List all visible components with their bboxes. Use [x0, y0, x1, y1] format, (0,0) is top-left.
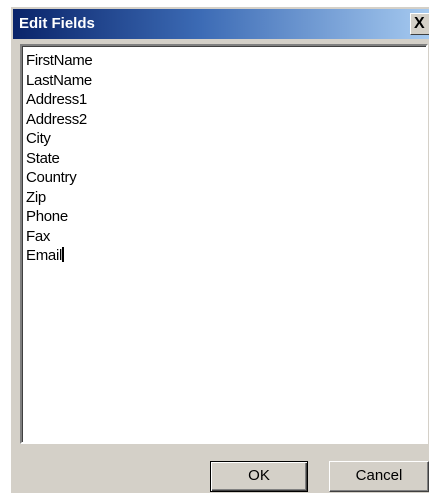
page: Edit Fields X FirstName LastName Address… [0, 0, 429, 493]
field-line-lastname: LastName [26, 71, 92, 89]
field-line-email: Email [26, 247, 63, 264]
window-title: Edit Fields [19, 15, 95, 32]
field-line-address1: Address1 [26, 91, 87, 108]
field-line-email-row: Email [26, 246, 426, 266]
field-line-city: City [26, 130, 51, 147]
field-line-address2: Address2 [26, 110, 87, 128]
field-line-firstname: FirstName [26, 52, 93, 69]
field-line-country: Country [26, 169, 77, 186]
close-button[interactable]: X [410, 13, 429, 35]
cancel-button[interactable]: Cancel [329, 461, 429, 492]
ok-button[interactable]: OK [210, 461, 308, 492]
title-bar[interactable]: Edit Fields X [13, 9, 429, 39]
field-line-phone: Phone [26, 208, 68, 225]
fields-textarea[interactable]: FirstName LastName Address1 Address2 Cit… [20, 44, 428, 444]
edit-fields-dialog: Edit Fields X FirstName LastName Address… [10, 6, 429, 493]
field-line-fax: Fax [26, 227, 51, 245]
field-line-zip: Zip [26, 188, 46, 206]
close-icon: X [414, 15, 425, 32]
field-line-state: State [26, 149, 60, 167]
text-caret [62, 247, 65, 262]
